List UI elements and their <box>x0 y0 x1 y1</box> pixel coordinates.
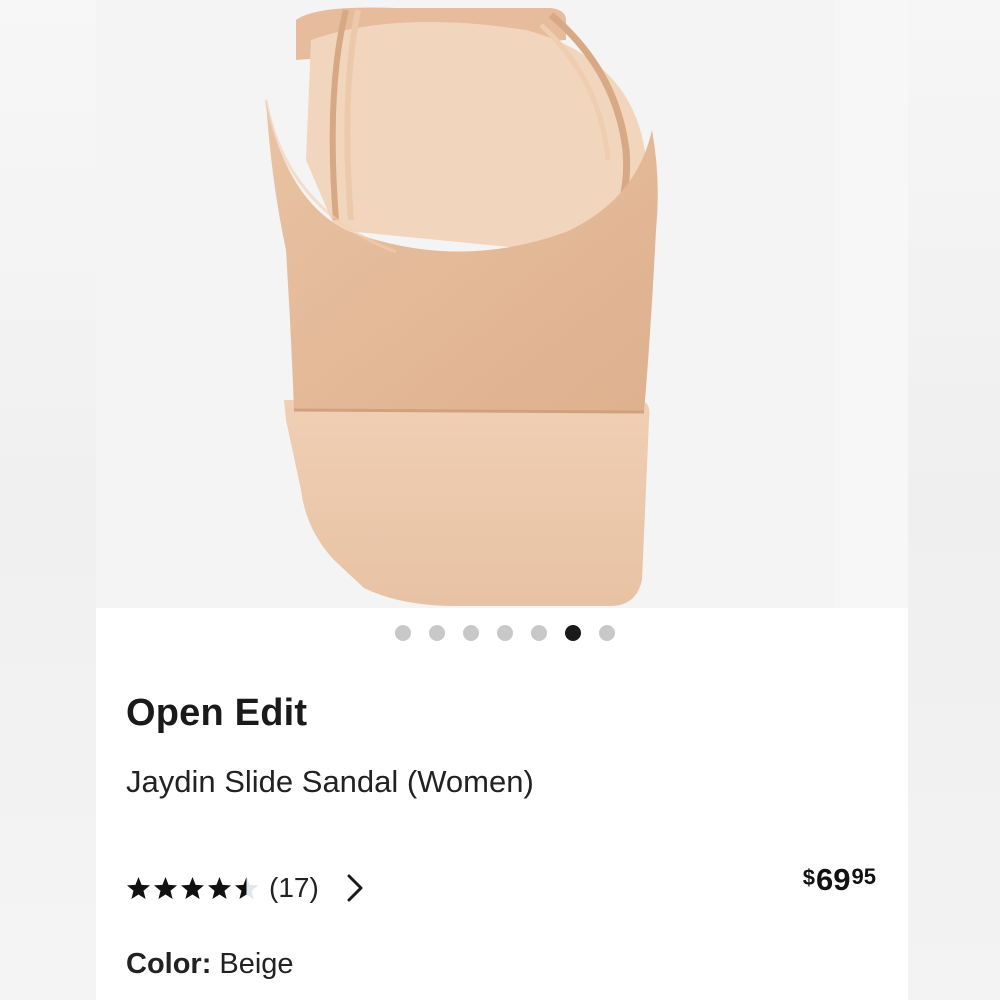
product-page: Open Edit Jaydin Slide Sandal (Women) (1… <box>96 0 908 1000</box>
price-dollars: 69 <box>816 862 851 897</box>
image-carousel[interactable] <box>96 0 908 608</box>
backdrop-left <box>0 0 96 1000</box>
product-image[interactable] <box>96 0 834 608</box>
color-selection: Color: Beige <box>126 948 294 981</box>
backdrop-right <box>908 0 1000 1000</box>
carousel-pagination <box>96 625 908 645</box>
star-icon <box>127 876 150 899</box>
carousel-dot[interactable] <box>531 625 547 641</box>
carousel-dot[interactable] <box>463 625 479 641</box>
chevron-right-icon[interactable] <box>345 873 365 903</box>
carousel-dot[interactable] <box>395 625 411 641</box>
sandal-photo <box>264 7 658 606</box>
brand-name[interactable]: Open Edit <box>126 692 307 735</box>
next-image-preview[interactable] <box>840 0 908 608</box>
color-value: Beige <box>219 948 294 980</box>
carousel-dot[interactable] <box>497 625 513 641</box>
color-label: Color: <box>126 948 212 980</box>
price-currency: $ <box>802 865 816 890</box>
star-rating <box>126 876 259 901</box>
carousel-dot[interactable] <box>599 625 615 641</box>
star-icon <box>235 876 258 899</box>
price: $ 69 95 <box>803 862 876 898</box>
carousel-dot[interactable] <box>429 625 445 641</box>
star-icon <box>181 876 204 899</box>
carousel-dot-active[interactable] <box>565 625 581 641</box>
review-count: (17) <box>269 872 319 903</box>
rating-summary[interactable]: (17) <box>126 868 365 908</box>
product-name: Jaydin Slide Sandal (Women) <box>126 764 534 799</box>
price-cents: 95 <box>851 864 876 889</box>
star-icon <box>154 876 177 899</box>
star-icon <box>208 876 231 899</box>
